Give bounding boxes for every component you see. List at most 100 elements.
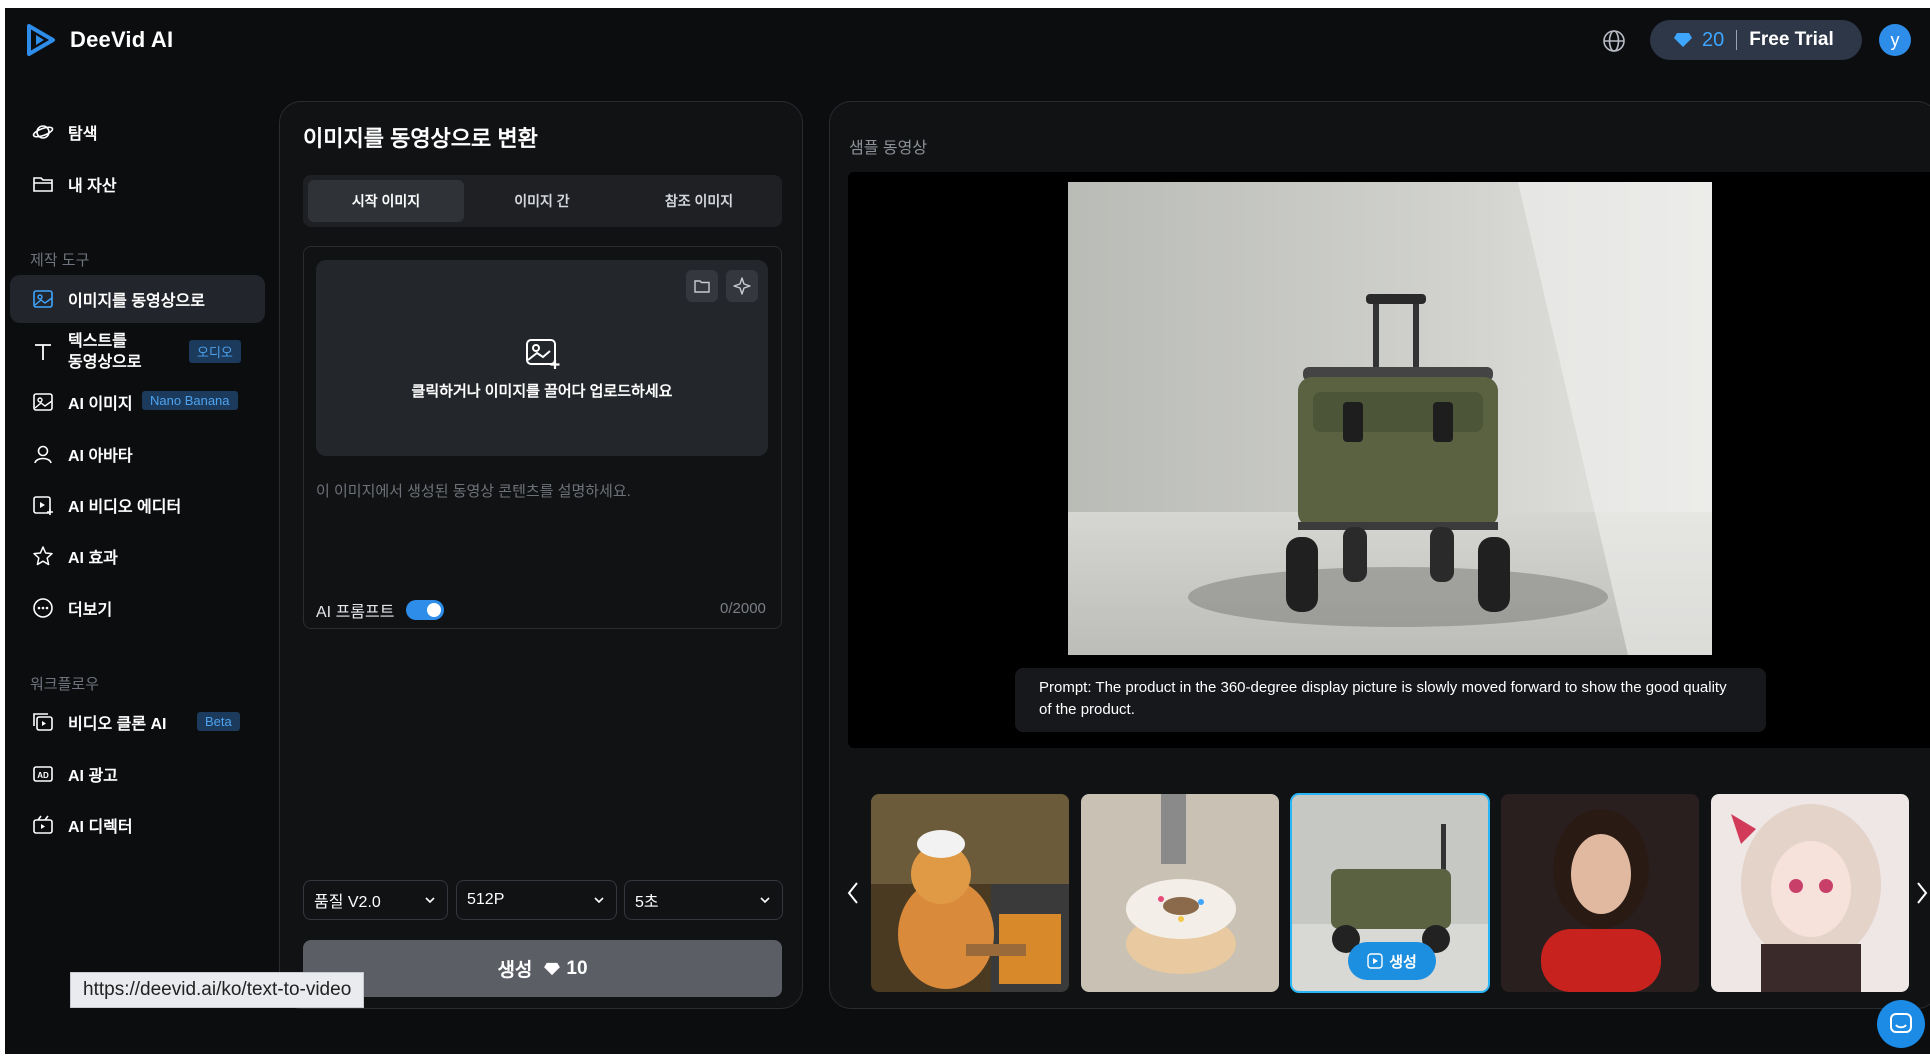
audio-badge: 오디오 [189, 340, 241, 363]
tab-start-image[interactable]: 시작 이미지 [308, 180, 464, 222]
sidebar-item-label: 탐색 [68, 126, 98, 143]
upload-instruction: 클릭하거나 이미지를 끌어다 업로드하세요 [411, 383, 673, 400]
sidebar-item-ai-ad[interactable]: AD AI 광고 [10, 750, 265, 798]
tab-reference-image[interactable]: 참조 이미지 [621, 180, 777, 222]
thumbnail-image [1081, 794, 1279, 992]
sidebar-item-ai-avatar[interactable]: AI 아바타 [10, 430, 265, 478]
diamond-icon [1674, 33, 1692, 47]
resolution-select[interactable]: 512P [456, 880, 617, 920]
page-title: 이미지를 동영상으로 변환 [303, 126, 538, 151]
quality-value: 품질 V2.0 [314, 894, 381, 911]
sidebar-item-label: 더보기 [68, 602, 113, 619]
sample-thumbnail-cat-baker[interactable] [871, 794, 1069, 992]
thumbnail-image [1711, 794, 1909, 992]
credits-trial-button[interactable]: 20 Free Trial [1650, 20, 1862, 60]
user-avatar[interactable]: y [1879, 24, 1911, 56]
generate-cost: 10 [544, 957, 588, 980]
text-icon [35, 344, 51, 360]
sparkle-icon [733, 277, 751, 295]
sidebar-item-ai-effects[interactable]: AI 효과 [10, 532, 265, 580]
image-icon [33, 290, 53, 308]
play-icon [1367, 953, 1383, 969]
folder-icon [694, 280, 710, 293]
brand-logo[interactable]: DeeVid AI [26, 24, 173, 56]
sidebar-item-more[interactable]: 더보기 [10, 584, 265, 632]
resolution-value: 512P [467, 891, 505, 908]
clone-icon [33, 713, 53, 731]
thumbnail-image [871, 794, 1069, 992]
sidebar-item-label: AI 디렉터 [68, 819, 133, 836]
sample-videos-label: 샘플 동영상 [849, 140, 928, 157]
section-label-workflow: 워크플로우 [30, 676, 100, 693]
tab-image-between[interactable]: 이미지 간 [464, 180, 620, 222]
sidebar-item-image-to-video[interactable]: 이미지를 동영상으로 [10, 275, 265, 323]
sidebar-item-ai-video-editor[interactable]: AI 비디오 에디터 [10, 481, 265, 529]
browse-assets-button[interactable] [686, 270, 718, 302]
generate-label: 생성 [497, 960, 533, 981]
diamond-icon [544, 962, 561, 975]
image-upload-dropzone[interactable]: 클릭하거나 이미지를 끌어다 업로드하세요 [316, 260, 768, 456]
folder-icon [33, 177, 53, 192]
sidebar-item-label: 이미지를 동영상으로 [68, 293, 205, 310]
chevron-down-icon [594, 897, 604, 904]
chat-icon [1890, 1013, 1912, 1033]
director-icon [33, 815, 53, 834]
sample-thumbnail-anime-girl[interactable] [1711, 794, 1909, 992]
sample-thumbnail-garden-cart[interactable]: 생성 [1290, 793, 1490, 993]
sidebar-item-ai-director[interactable]: AI 디렉터 [10, 801, 265, 849]
preview-cart-image [1068, 182, 1712, 655]
language-globe-icon[interactable] [1601, 28, 1627, 54]
video-editor-icon [33, 496, 53, 515]
credits-divider [1736, 30, 1738, 50]
planet-icon [32, 125, 54, 139]
ai-image-icon [33, 393, 53, 411]
chat-support-button[interactable] [1877, 1000, 1925, 1048]
ai-prompt-label: AI 프롬프트 [316, 604, 395, 621]
sidebar-item-my-assets[interactable]: 내 자산 [10, 160, 265, 208]
status-url-tooltip: https://deevid.ai/ko/text-to-video [70, 972, 365, 1008]
duration-value: 5초 [635, 894, 659, 911]
duration-select[interactable]: 5초 [624, 880, 783, 920]
chevron-down-icon [425, 897, 435, 904]
sidebar-item-label: AI 효과 [68, 550, 118, 567]
brand-name: DeeVid AI [70, 27, 174, 52]
chevron-down-icon [760, 897, 770, 904]
sample-thumbnail-donut-robot[interactable] [1081, 794, 1279, 992]
star-icon [33, 546, 53, 566]
quality-select[interactable]: 품질 V2.0 [303, 880, 448, 920]
mode-tabs: 시작 이미지 이미지 간 참조 이미지 [303, 175, 782, 227]
sample-prompt-box: Prompt: The product in the 360-degree di… [1015, 668, 1766, 732]
sample-thumbnail-woman-red-sweater[interactable] [1501, 794, 1699, 992]
free-trial-label: Free Trial [1749, 29, 1834, 50]
ad-icon: AD [33, 766, 53, 782]
thumbnail-generate-label: 생성 [1389, 953, 1417, 971]
prompt-text: The product in the 360-degree display pi… [1039, 679, 1727, 718]
sidebar-item-label: AI 광고 [68, 768, 118, 785]
generate-cost-value: 10 [566, 957, 588, 979]
ai-generate-image-button[interactable] [726, 270, 758, 302]
nano-banana-badge: Nano Banana [142, 391, 238, 410]
sidebar-item-label: 내 자산 [68, 178, 117, 195]
sidebar-item-label: 비디오 클론 AI [68, 716, 167, 733]
svg-text:AD: AD [37, 771, 49, 780]
section-label-tools: 제작 도구 [30, 252, 90, 269]
more-icon [33, 598, 53, 618]
thumbnail-generate-button[interactable]: 생성 [1348, 942, 1436, 980]
chevron-left-icon[interactable] [845, 880, 861, 906]
image-upload-icon [526, 339, 560, 369]
sidebar-item-label: 텍스트를 동영상으로 [68, 333, 142, 371]
ai-prompt-row: AI 프롬프트 [316, 598, 445, 622]
credits-count: 20 [1702, 28, 1725, 51]
sidebar-item-explore[interactable]: 탐색 [10, 108, 265, 156]
prompt-prefix: Prompt: [1039, 679, 1092, 696]
sidebar-item-label: AI 비디오 에디터 [68, 499, 182, 516]
beta-badge: Beta [197, 712, 240, 731]
char-counter: 0/2000 [720, 600, 766, 617]
deevid-logo-icon [27, 24, 55, 56]
avatar-icon [34, 445, 52, 464]
ai-prompt-toggle[interactable] [406, 600, 445, 620]
sidebar-item-label: AI 아바타 [68, 448, 133, 465]
chevron-right-icon[interactable] [1914, 880, 1930, 906]
generate-button[interactable]: 생성 10 [303, 940, 782, 997]
prompt-textarea[interactable]: 이 이미지에서 생성된 동영상 콘텐츠를 설명하세요. [316, 480, 766, 501]
